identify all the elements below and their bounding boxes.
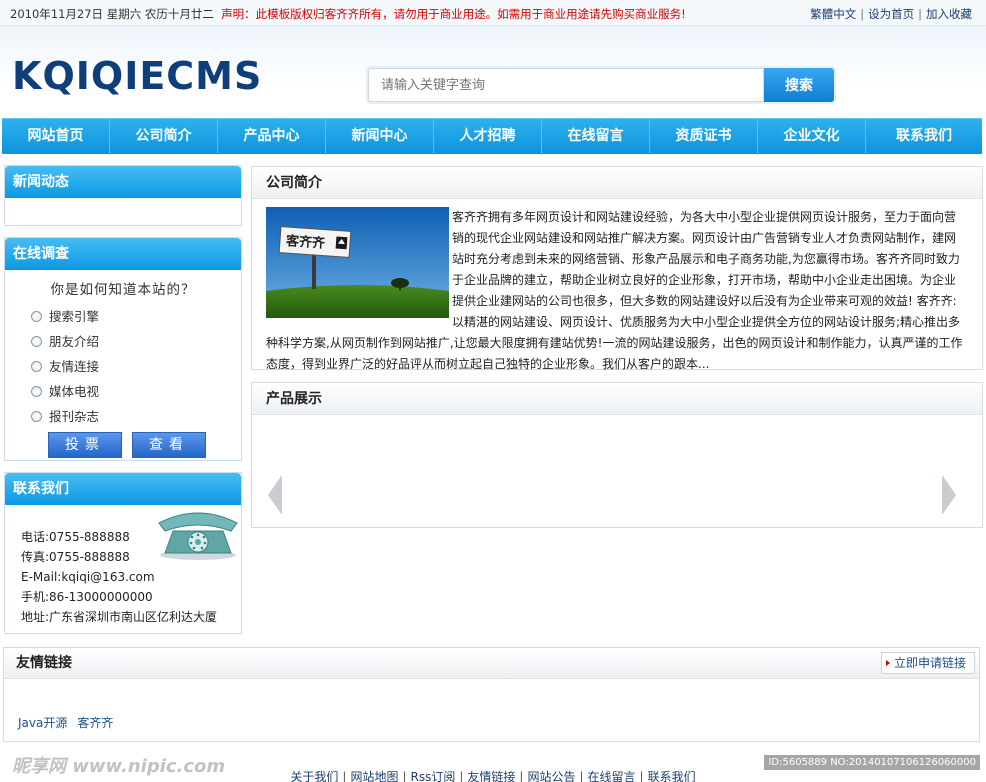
site-logo[interactable]: KQIQIECMS (12, 54, 262, 98)
contact-details: 电话:0755-888888 传真:0755-888888 E-Mail:kqi… (21, 527, 217, 627)
header: KQIQIECMS 搜索 (0, 26, 986, 118)
poll-option: 朋友介绍 (5, 329, 241, 354)
friend-link[interactable]: 客齐齐 (77, 716, 113, 730)
poll-option-label: 友情连接 (49, 359, 100, 374)
poll-panel-title: 在线调查 (5, 238, 241, 270)
top-bar: 2010年11月27日 星期六 农历十月廿二 声明：此模板版权归客齐齐所有，请勿… (0, 0, 986, 26)
apply-link-button[interactable]: 立即申请链接 (880, 652, 975, 674)
view-results-button[interactable]: 查看 (132, 432, 206, 458)
nav-item-culture[interactable]: 企业文化 (758, 119, 866, 155)
footer-link-friends[interactable]: 友情链接 (467, 770, 515, 782)
radio-button[interactable] (31, 411, 42, 422)
friend-links-heading: 友情链接 (16, 655, 72, 671)
products-panel-title: 产品展示 (252, 383, 982, 415)
radio-button[interactable] (31, 361, 42, 372)
poll-question: 你是如何知道本站的？ (50, 282, 196, 298)
copyright-notice: 声明：此模板版权归客齐齐所有，请勿用于商业用途。如需用于商业用途请先购买商业服务… (221, 7, 686, 21)
traditional-chinese-link[interactable]: 繁體中文 (810, 7, 856, 21)
radio-button[interactable] (31, 336, 42, 347)
footer-link-messages[interactable]: 在线留言 (588, 770, 636, 782)
news-panel: 新闻动态 (4, 165, 242, 226)
carousel-prev-icon[interactable] (264, 473, 286, 520)
nav-item-messages[interactable]: 在线留言 (542, 119, 650, 155)
nav-item-news[interactable]: 新闻中心 (326, 119, 434, 155)
poll-panel: 在线调查 你是如何知道本站的？ 搜索引擎 朋友介绍 友情连接 媒体电视 报刊杂志… (4, 237, 242, 461)
contact-address: 地址:广东省深圳市南山区亿利达大厦 (21, 610, 218, 624)
contact-mobile: 手机:86-13000000000 (21, 590, 153, 604)
friend-links-title: 友情链接 立即申请链接 (4, 648, 979, 679)
poll-options: 搜索引擎 朋友介绍 友情连接 媒体电视 报刊杂志 (5, 304, 241, 429)
date-text: 2010年11月27日 星期六 农历十月廿二 (10, 7, 214, 21)
contact-fax: 传真:0755-888888 (21, 550, 130, 564)
nav-item-about[interactable]: 公司简介 (110, 119, 218, 155)
about-panel: 公司简介 客齐齐 客齐齐拥有多年网页设计和网站建设经验，为各大中小型企业提供网页… (251, 166, 983, 371)
footer-link-sitemap[interactable]: 网站地图 (350, 770, 398, 782)
footer-link-notices[interactable]: 网站公告 (527, 770, 575, 782)
radio-button[interactable] (31, 386, 42, 397)
nav-item-certificates[interactable]: 资质证书 (650, 119, 758, 155)
search-input[interactable] (368, 68, 764, 102)
friend-links-list: Java开源 客齐齐 (18, 714, 123, 731)
contact-email: E-Mail:kqiqi@163.com (21, 570, 155, 584)
search-box: 搜索 (366, 66, 836, 104)
set-homepage-link[interactable]: 设为首页 (868, 7, 914, 21)
poll-option: 媒体电视 (5, 379, 241, 404)
carousel-next-icon[interactable] (938, 473, 960, 520)
poll-option: 搜索引擎 (5, 304, 241, 329)
nav-item-home[interactable]: 网站首页 (2, 119, 110, 155)
poll-option: 友情连接 (5, 354, 241, 379)
radio-button[interactable] (31, 311, 42, 322)
top-bar-info: 2010年11月27日 星期六 农历十月廿二 声明：此模板版权归客齐齐所有，请勿… (10, 6, 686, 22)
nav-item-products[interactable]: 产品中心 (218, 119, 326, 155)
poll-option-label: 朋友介绍 (49, 334, 100, 349)
poll-option-label: 报刊杂志 (49, 409, 100, 424)
contact-panel-title: 联系我们 (5, 473, 241, 505)
vote-button[interactable]: 投票 (48, 432, 122, 458)
contact-phone: 电话:0755-888888 (21, 530, 130, 544)
footer-link-rss[interactable]: Rss订阅 (411, 770, 456, 782)
footer-link-about[interactable]: 关于我们 (290, 770, 338, 782)
about-panel-title: 公司简介 (252, 167, 982, 199)
news-panel-title: 新闻动态 (5, 166, 241, 198)
footer-link-contact[interactable]: 联系我们 (648, 770, 696, 782)
top-links: 繁體中文 | 设为首页 | 加入收藏 (810, 7, 972, 21)
contact-panel: 联系我们 电话:0755-888888 传真:0755-888888 E-Mai… (4, 472, 242, 634)
products-panel: 产品展示 (251, 382, 983, 528)
friend-link[interactable]: Java开源 (18, 716, 67, 730)
poll-option-label: 媒体电视 (49, 384, 100, 399)
nav-item-contact[interactable]: 联系我们 (866, 119, 982, 155)
about-text-block: 客齐齐拥有多年网页设计和网站建设经验，为各大中小型企业提供网页设计服务，至力于面… (266, 207, 966, 375)
main-nav: 网站首页 公司简介 产品中心 新闻中心 人才招聘 在线留言 资质证书 企业文化 … (2, 118, 982, 155)
add-favorite-link[interactable]: 加入收藏 (926, 7, 972, 21)
poll-option: 报刊杂志 (5, 404, 241, 429)
search-button[interactable]: 搜索 (764, 68, 834, 102)
poll-option-label: 搜索引擎 (49, 309, 100, 324)
nav-item-jobs[interactable]: 人才招聘 (434, 119, 542, 155)
friend-links-panel: 友情链接 立即申请链接 Java开源 客齐齐 (3, 647, 980, 742)
footer-links: 关于我们 | 网站地图 | Rss订阅 | 友情链接 | 网站公告 | 在线留言 | 联系我们 (290, 770, 696, 782)
